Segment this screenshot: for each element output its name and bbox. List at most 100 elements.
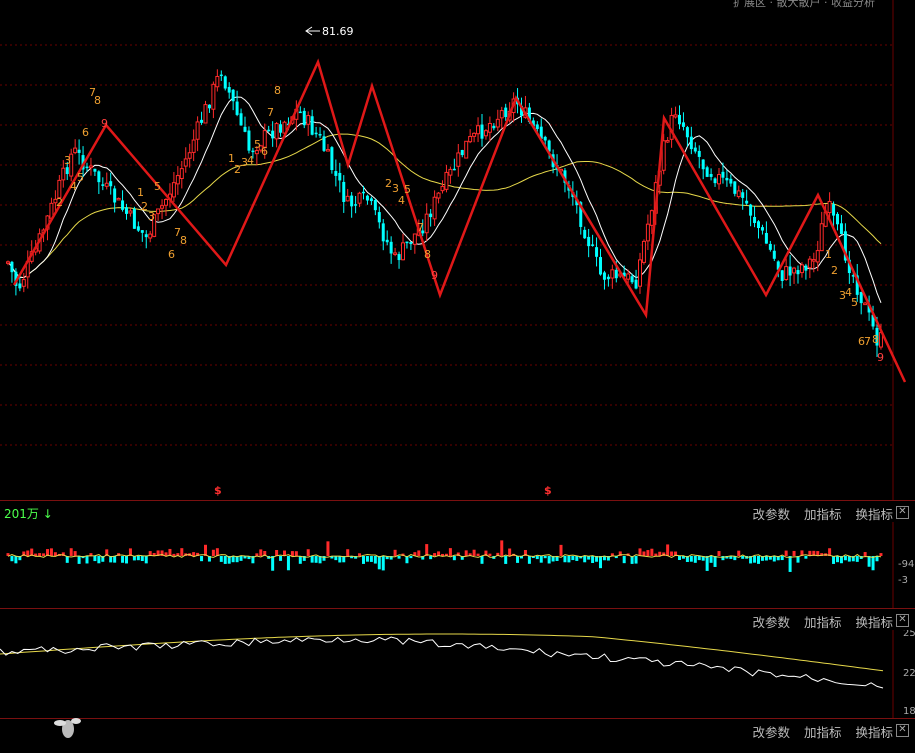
volume-bar [689, 556, 693, 562]
change-params-button[interactable]: 改参数 [752, 725, 790, 740]
change-params-button[interactable]: 改参数 [752, 615, 790, 630]
volume-bar [784, 550, 788, 556]
candle-body [583, 229, 587, 239]
candle [753, 205, 757, 228]
volume-bar [757, 556, 760, 564]
volume-chart[interactable]: -94-3 [0, 522, 915, 608]
volume-bar [433, 553, 437, 556]
candle-body [377, 212, 381, 223]
candle-body [697, 150, 701, 157]
candle [125, 203, 128, 220]
candle-body [595, 247, 599, 257]
candle [183, 147, 188, 173]
candle [104, 172, 109, 190]
candle [191, 129, 196, 162]
switch-indicator-button[interactable]: 换指标 [855, 725, 893, 740]
candle [25, 250, 30, 289]
candle [599, 248, 602, 276]
candle [859, 291, 863, 315]
td-count-label: 7 [864, 335, 871, 348]
volume-bar [271, 556, 275, 571]
candle-body [504, 107, 508, 118]
candle [456, 143, 461, 177]
candle [306, 111, 311, 137]
volume-bar [843, 556, 847, 561]
candle [638, 252, 642, 294]
td-count-label: 8 [180, 234, 187, 247]
candle-body [483, 130, 488, 137]
candle-body [673, 114, 678, 118]
candle [231, 89, 235, 111]
candle [207, 104, 211, 113]
price-panel[interactable]: 81.69 3 2 4 5 7 8 6 9 1 2 3 5 7 8 6 1 2 3 4 5 6 7 8 2 3 4 5 7 8 9 1 2 3 4 5… [0, 0, 915, 500]
candle-body [362, 191, 365, 194]
candle [705, 165, 709, 178]
volume-bar [231, 556, 235, 563]
candle [412, 233, 417, 254]
candle-body [227, 87, 231, 93]
candle-body [701, 159, 705, 170]
close-icon[interactable]: ✕ [896, 724, 909, 737]
volume-bar [527, 556, 531, 564]
candle [606, 274, 610, 287]
close-icon[interactable]: ✕ [896, 614, 909, 627]
signal-mark: $ [544, 484, 552, 497]
change-params-button[interactable]: 改参数 [752, 507, 790, 522]
arrow-down-icon: ↓ [42, 507, 53, 521]
candle-body [543, 136, 547, 141]
candle-body [401, 242, 405, 261]
volume-bar [286, 556, 290, 571]
candle-body [476, 125, 481, 135]
candle-body [354, 204, 358, 206]
volume-bar [863, 552, 867, 556]
volume-bar [709, 556, 713, 563]
candle [128, 208, 133, 217]
switch-indicator-button[interactable]: 换指标 [855, 507, 893, 522]
candle [784, 258, 789, 281]
candle [495, 109, 500, 132]
add-indicator-button[interactable]: 加指标 [804, 615, 842, 630]
candle-body [729, 178, 733, 184]
volume-bar [211, 549, 215, 556]
td-count-label: 1 [825, 248, 832, 261]
candle [436, 192, 441, 204]
volume-bar [338, 556, 342, 563]
indicator-panel[interactable]: 25 22 18 [0, 628, 915, 718]
candle-body [132, 208, 136, 229]
volume-bar [476, 553, 480, 556]
volume-panel[interactable]: -94 -3 [0, 522, 915, 608]
close-icon[interactable]: ✕ [896, 506, 909, 519]
price-chart[interactable]: 81.69324578691235786123 456782 345789123 45… [0, 0, 915, 500]
volume-bar [326, 541, 330, 556]
candle [836, 212, 839, 231]
signal-mark: $ [214, 484, 222, 497]
candle-body [832, 204, 836, 216]
candle [863, 301, 868, 306]
candle-body [350, 195, 354, 207]
candle-body [807, 258, 812, 269]
candle-body [819, 223, 824, 252]
candle-body [389, 241, 393, 254]
candle [634, 269, 638, 290]
volume-bar [93, 556, 97, 562]
volume-bar [49, 548, 53, 556]
candle-body [859, 292, 863, 304]
candle-body [128, 210, 133, 214]
candle [819, 211, 824, 252]
volume-bar [369, 556, 373, 562]
add-indicator-button[interactable]: 加指标 [804, 725, 842, 740]
add-indicator-button[interactable]: 加指标 [804, 507, 842, 522]
volume-axis-label: -94 [898, 559, 914, 570]
volume-bar [136, 556, 140, 561]
candle [223, 75, 227, 91]
td-count-label: 2 [141, 200, 148, 213]
indicator-chart[interactable]: 25 22 18 [0, 628, 915, 718]
candle-body [741, 192, 745, 198]
candle-body [203, 104, 208, 124]
volume-bar [125, 556, 128, 564]
switch-indicator-button[interactable]: 换指标 [855, 615, 893, 630]
candle [807, 256, 812, 279]
candle-body [649, 210, 654, 226]
candle-body [717, 174, 721, 185]
candle [93, 168, 97, 177]
